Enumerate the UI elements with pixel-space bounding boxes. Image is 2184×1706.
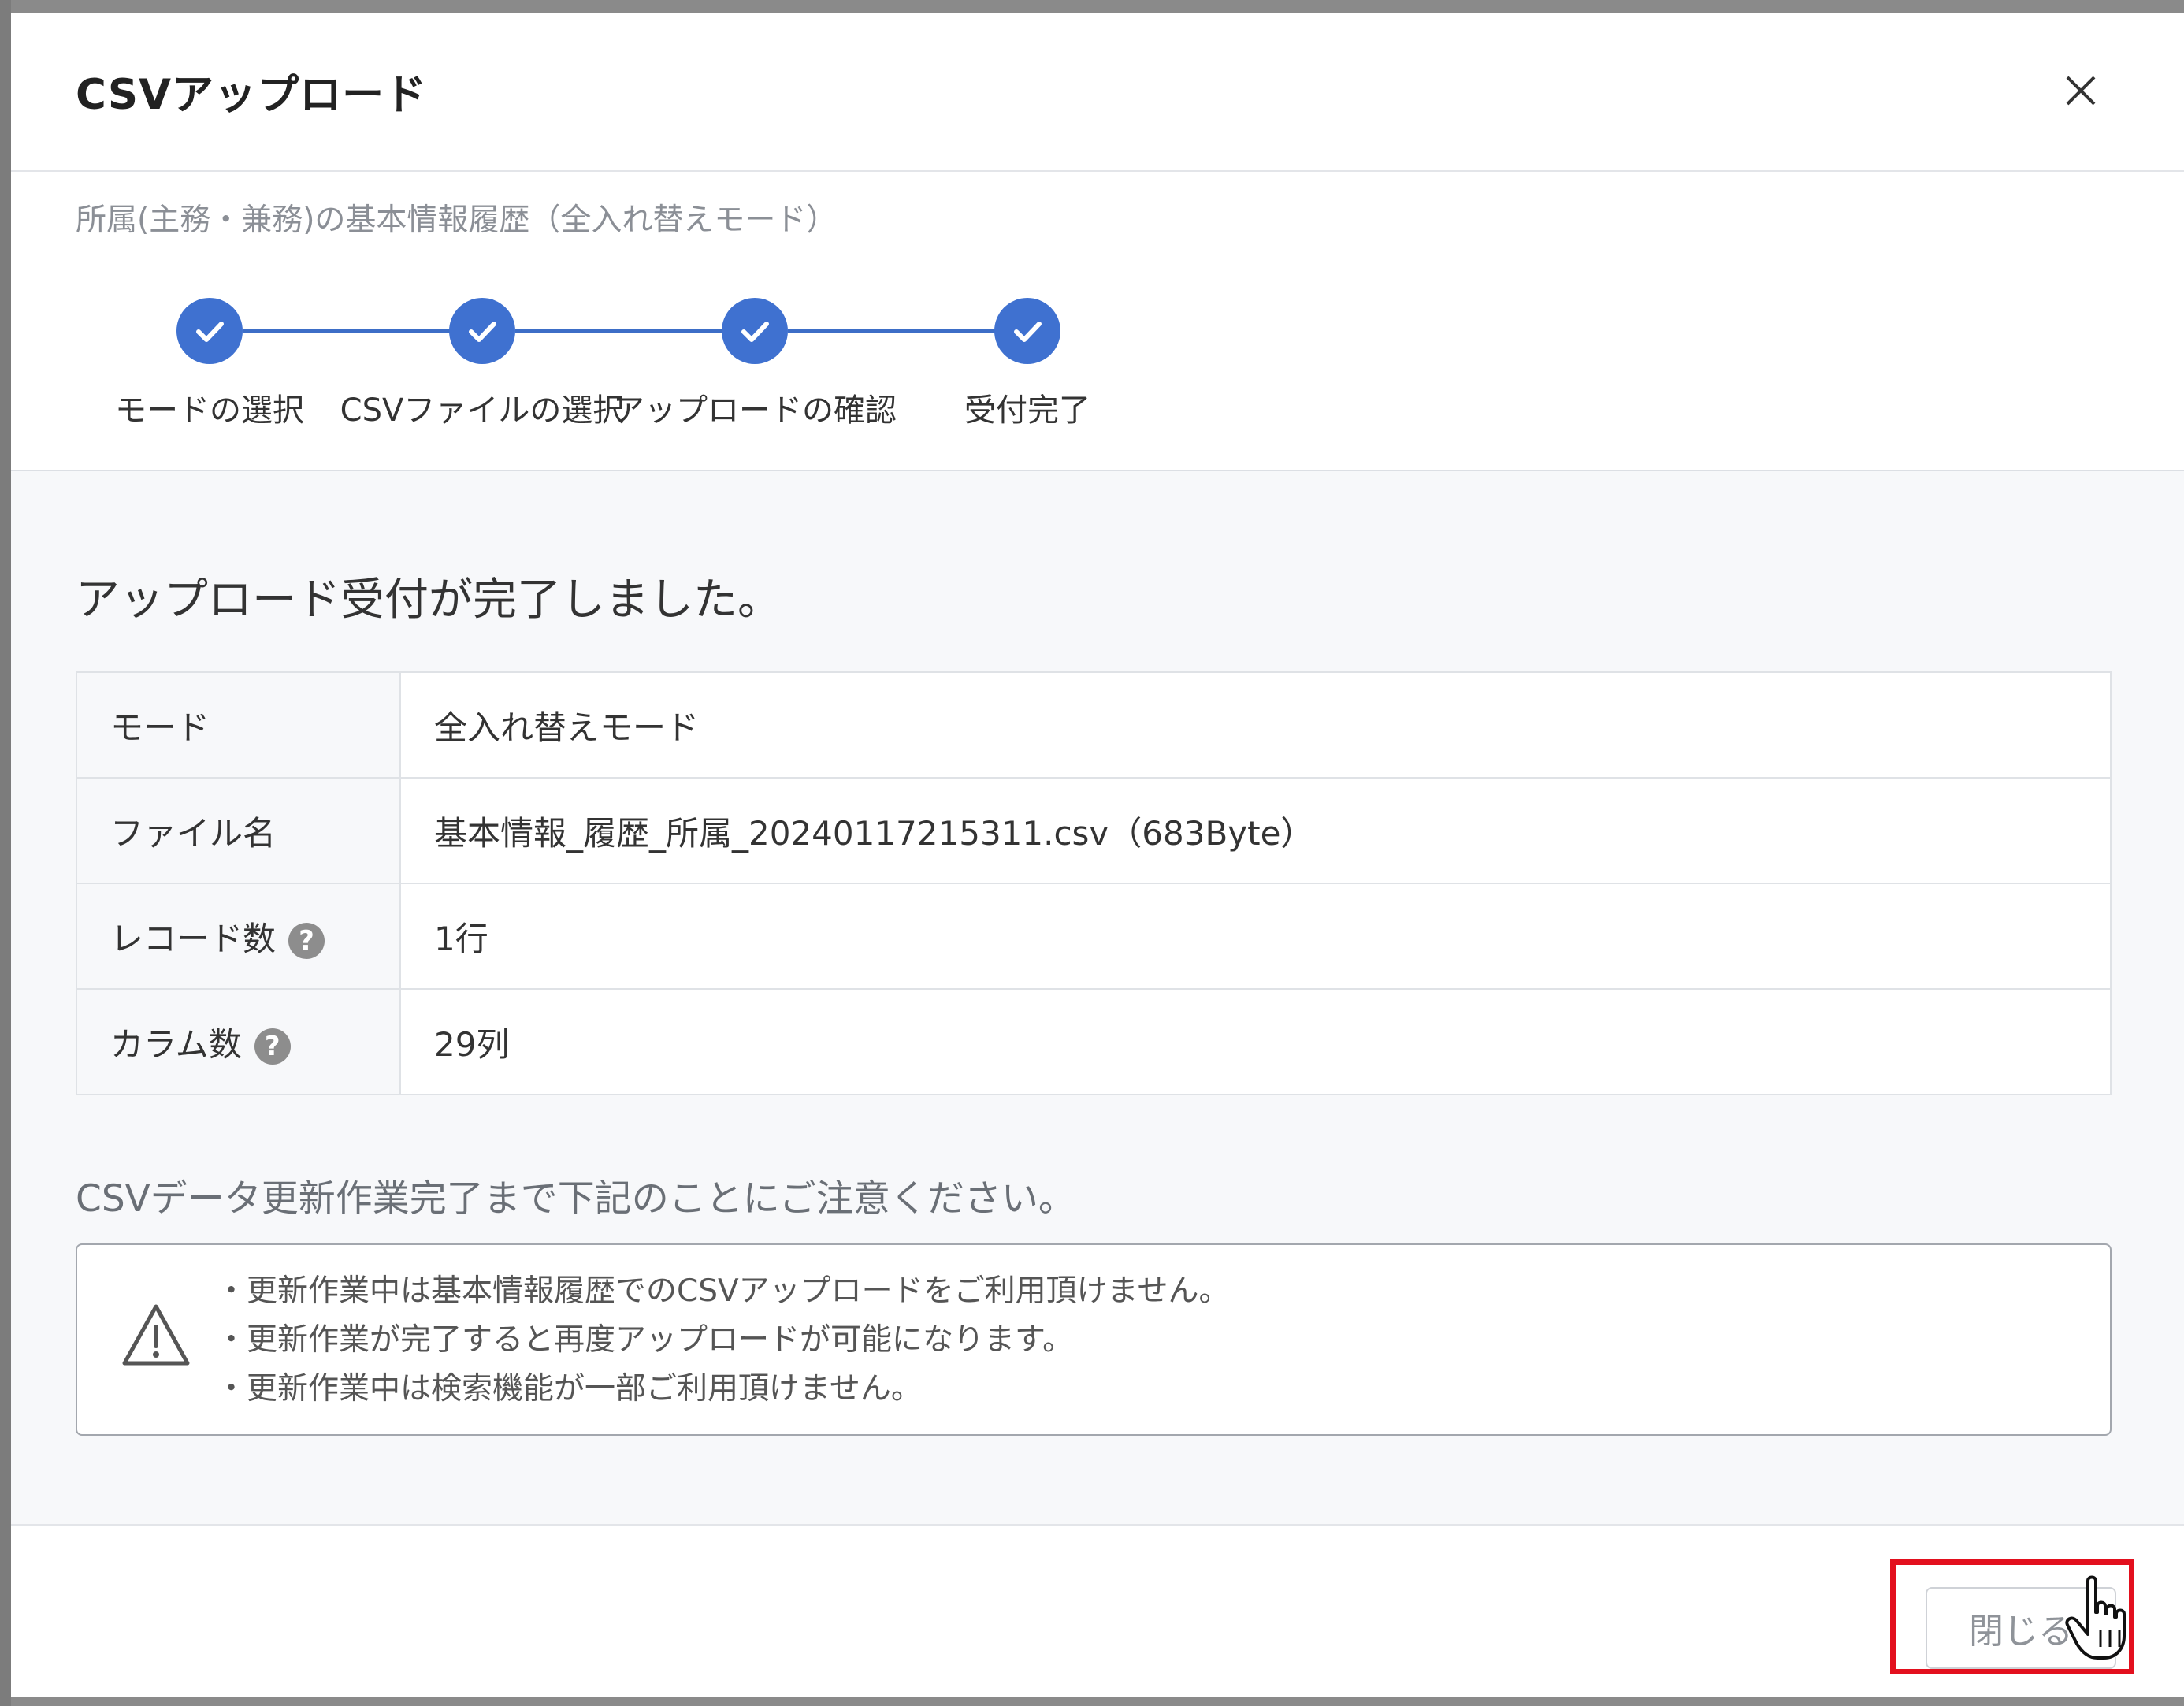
row-value: 全入れ替えモード — [399, 671, 2112, 779]
upload-summary-table: モード 全入れ替えモード ファイル名 基本情報_履歴_所属_2024011721… — [76, 671, 2112, 1095]
table-row: レコード数? 1行 — [76, 883, 2112, 990]
hand-cursor-icon — [2065, 1575, 2126, 1660]
modal-title: CSVアップロード — [76, 71, 428, 119]
row-key: ファイル名 — [76, 777, 401, 884]
stepper-section: 所属(主務・兼務)の基本情報履歴（全入れ替えモード） モードの選択 CSVファイ… — [11, 172, 2184, 471]
modal-header: CSVアップロード — [11, 13, 2184, 172]
help-icon[interactable]: ? — [288, 923, 325, 959]
table-row: カラム数? 29列 — [76, 988, 2112, 1095]
row-value: 基本情報_履歴_所属_20240117215311.csv（683Byte） — [399, 777, 2112, 884]
row-value: 29列 — [399, 988, 2112, 1095]
step-received: 受付完了 — [862, 298, 1193, 430]
upload-subtitle: 所属(主務・兼務)の基本情報履歴（全入れ替えモード） — [76, 203, 838, 238]
notice-heading: CSVデータ更新作業完了まで下記のことにご注意ください。 — [76, 1177, 1075, 1221]
check-icon — [994, 298, 1060, 364]
completion-message: アップロード受付が完了しました。 — [76, 574, 782, 626]
modal-footer: 閉じる — [11, 1524, 2184, 1697]
check-icon — [176, 298, 243, 364]
notice-item: ・更新作業が完了すると再度アップロードが可能になります。 — [216, 1322, 1074, 1358]
help-icon[interactable]: ? — [254, 1028, 291, 1065]
warning-icon — [122, 1304, 190, 1366]
table-row: ファイル名 基本情報_履歴_所属_20240117215311.csv（683B… — [76, 777, 2112, 884]
step-label: 受付完了 — [964, 392, 1090, 429]
row-value: 1行 — [399, 883, 2112, 990]
page-backdrop — [0, 0, 11, 1706]
notice-item: ・更新作業中は基本情報履歴でのCSVアップロードをご利用頂けません。 — [216, 1273, 1230, 1309]
notice-box: ・更新作業中は基本情報履歴でのCSVアップロードをご利用頂けません。 ・更新作業… — [76, 1243, 2112, 1436]
notice-list: ・更新作業中は基本情報履歴でのCSVアップロードをご利用頂けません。 ・更新作業… — [216, 1267, 1230, 1414]
table-row: モード 全入れ替えモード — [76, 671, 2112, 779]
csv-upload-modal: CSVアップロード 所属(主務・兼務)の基本情報履歴（全入れ替えモード） モード… — [11, 13, 2184, 1697]
row-key: カラム数? — [76, 988, 401, 1095]
close-icon[interactable] — [2060, 69, 2102, 112]
check-icon — [449, 298, 515, 364]
row-key: レコード数? — [76, 883, 401, 990]
notice-item: ・更新作業中は検索機能が一部ご利用頂けません。 — [216, 1371, 922, 1407]
check-icon — [722, 298, 788, 364]
row-key: モード — [76, 671, 401, 779]
